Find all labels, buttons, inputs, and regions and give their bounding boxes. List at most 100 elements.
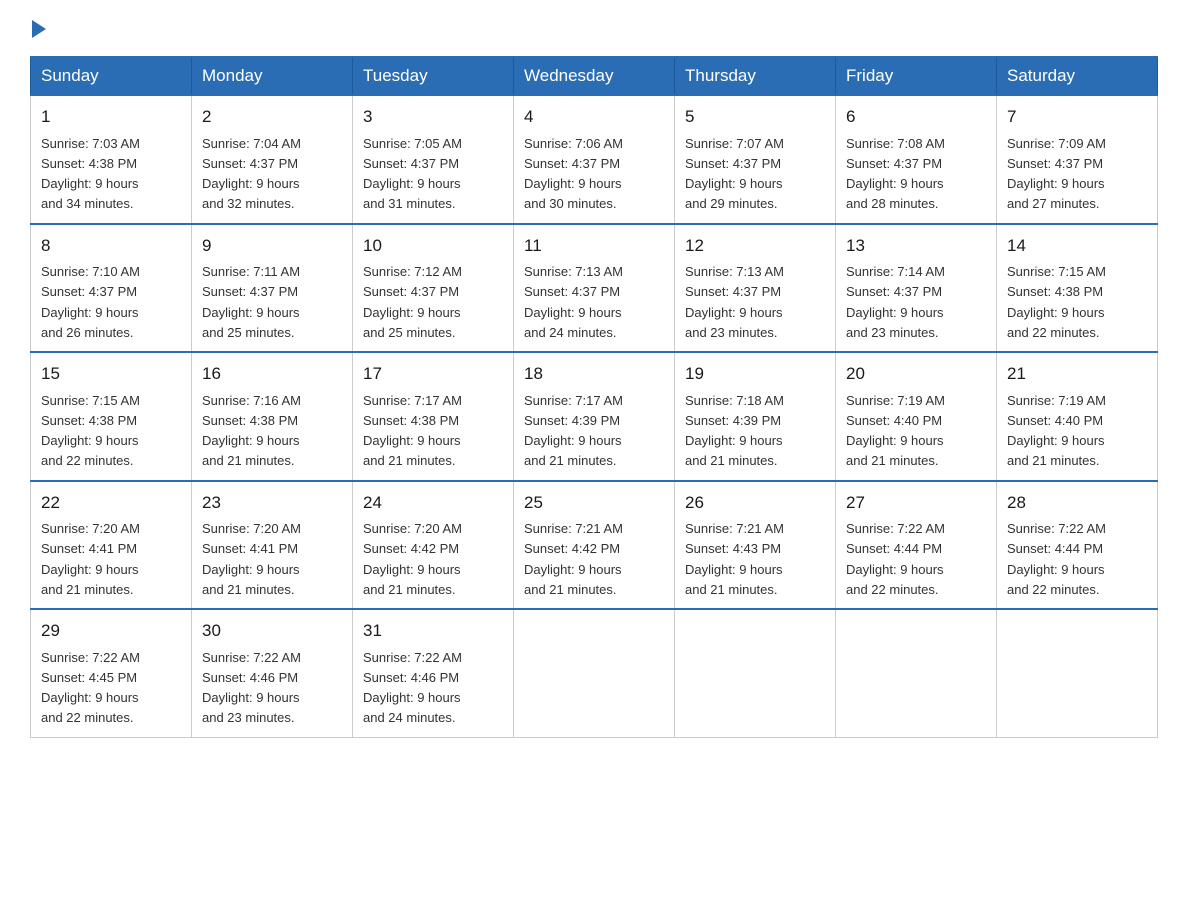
calendar-cell: 30 Sunrise: 7:22 AMSunset: 4:46 PMDayligh… xyxy=(192,609,353,737)
day-number: 4 xyxy=(524,104,664,130)
day-info: Sunrise: 7:21 AMSunset: 4:43 PMDaylight:… xyxy=(685,521,784,597)
calendar-cell: 21 Sunrise: 7:19 AMSunset: 4:40 PMDayligh… xyxy=(997,352,1158,481)
day-info: Sunrise: 7:05 AMSunset: 4:37 PMDaylight:… xyxy=(363,136,462,212)
day-info: Sunrise: 7:17 AMSunset: 4:38 PMDaylight:… xyxy=(363,393,462,469)
day-info: Sunrise: 7:22 AMSunset: 4:46 PMDaylight:… xyxy=(202,650,301,726)
day-info: Sunrise: 7:20 AMSunset: 4:41 PMDaylight:… xyxy=(202,521,301,597)
calendar-cell: 3 Sunrise: 7:05 AMSunset: 4:37 PMDaylight… xyxy=(353,95,514,224)
calendar-cell: 17 Sunrise: 7:17 AMSunset: 4:38 PMDayligh… xyxy=(353,352,514,481)
day-number: 8 xyxy=(41,233,181,259)
day-info: Sunrise: 7:16 AMSunset: 4:38 PMDaylight:… xyxy=(202,393,301,469)
logo xyxy=(30,20,48,38)
calendar-cell: 8 Sunrise: 7:10 AMSunset: 4:37 PMDaylight… xyxy=(31,224,192,353)
calendar-cell: 23 Sunrise: 7:20 AMSunset: 4:41 PMDayligh… xyxy=(192,481,353,610)
weekday-header-friday: Friday xyxy=(836,57,997,95)
day-info: Sunrise: 7:10 AMSunset: 4:37 PMDaylight:… xyxy=(41,264,140,340)
day-info: Sunrise: 7:06 AMSunset: 4:37 PMDaylight:… xyxy=(524,136,623,212)
calendar-cell xyxy=(997,609,1158,737)
logo-arrow-icon xyxy=(32,20,46,38)
calendar-cell: 7 Sunrise: 7:09 AMSunset: 4:37 PMDaylight… xyxy=(997,95,1158,224)
calendar-week-row: 1 Sunrise: 7:03 AMSunset: 4:38 PMDaylight… xyxy=(31,95,1158,224)
weekday-header-tuesday: Tuesday xyxy=(353,57,514,95)
day-number: 3 xyxy=(363,104,503,130)
calendar-cell: 27Sunrise: 7:22 AMSunset: 4:44 PMDayligh… xyxy=(836,481,997,610)
day-number: 10 xyxy=(363,233,503,259)
calendar-week-row: 8 Sunrise: 7:10 AMSunset: 4:37 PMDaylight… xyxy=(31,224,1158,353)
calendar-cell: 6Sunrise: 7:08 AMSunset: 4:37 PMDaylight… xyxy=(836,95,997,224)
day-number: 7 xyxy=(1007,104,1147,130)
day-info: Sunrise: 7:22 AMSunset: 4:46 PMDaylight:… xyxy=(363,650,462,726)
calendar-table: SundayMondayTuesdayWednesdayThursdayFrid… xyxy=(30,56,1158,738)
weekday-header-sunday: Sunday xyxy=(31,57,192,95)
calendar-week-row: 22 Sunrise: 7:20 AMSunset: 4:41 PMDayligh… xyxy=(31,481,1158,610)
calendar-cell: 28Sunrise: 7:22 AMSunset: 4:44 PMDayligh… xyxy=(997,481,1158,610)
day-number: 23 xyxy=(202,490,342,516)
page-header xyxy=(30,20,1158,38)
day-info: Sunrise: 7:20 AMSunset: 4:42 PMDaylight:… xyxy=(363,521,462,597)
day-number: 28 xyxy=(1007,490,1147,516)
calendar-cell: 24 Sunrise: 7:20 AMSunset: 4:42 PMDayligh… xyxy=(353,481,514,610)
calendar-cell xyxy=(514,609,675,737)
calendar-cell: 16 Sunrise: 7:16 AMSunset: 4:38 PMDayligh… xyxy=(192,352,353,481)
day-info: Sunrise: 7:15 AMSunset: 4:38 PMDaylight:… xyxy=(41,393,140,469)
weekday-header-row: SundayMondayTuesdayWednesdayThursdayFrid… xyxy=(31,57,1158,95)
calendar-week-row: 29Sunrise: 7:22 AMSunset: 4:45 PMDayligh… xyxy=(31,609,1158,737)
day-number: 30 xyxy=(202,618,342,644)
calendar-cell: 19Sunrise: 7:18 AMSunset: 4:39 PMDayligh… xyxy=(675,352,836,481)
day-info: Sunrise: 7:04 AMSunset: 4:37 PMDaylight:… xyxy=(202,136,301,212)
calendar-cell: 25 Sunrise: 7:21 AMSunset: 4:42 PMDayligh… xyxy=(514,481,675,610)
day-number: 15 xyxy=(41,361,181,387)
day-number: 1 xyxy=(41,104,181,130)
day-number: 16 xyxy=(202,361,342,387)
day-number: 13 xyxy=(846,233,986,259)
calendar-cell: 9 Sunrise: 7:11 AMSunset: 4:37 PMDaylight… xyxy=(192,224,353,353)
calendar-cell: 13 Sunrise: 7:14 AMSunset: 4:37 PMDayligh… xyxy=(836,224,997,353)
calendar-cell xyxy=(836,609,997,737)
calendar-cell: 31Sunrise: 7:22 AMSunset: 4:46 PMDayligh… xyxy=(353,609,514,737)
day-number: 25 xyxy=(524,490,664,516)
day-number: 9 xyxy=(202,233,342,259)
day-number: 18 xyxy=(524,361,664,387)
calendar-cell: 12Sunrise: 7:13 AMSunset: 4:37 PMDayligh… xyxy=(675,224,836,353)
calendar-cell: 14Sunrise: 7:15 AMSunset: 4:38 PMDayligh… xyxy=(997,224,1158,353)
day-info: Sunrise: 7:13 AMSunset: 4:37 PMDaylight:… xyxy=(524,264,623,340)
day-info: Sunrise: 7:12 AMSunset: 4:37 PMDaylight:… xyxy=(363,264,462,340)
day-info: Sunrise: 7:20 AMSunset: 4:41 PMDaylight:… xyxy=(41,521,140,597)
day-info: Sunrise: 7:03 AMSunset: 4:38 PMDaylight:… xyxy=(41,136,140,212)
calendar-cell xyxy=(675,609,836,737)
day-number: 22 xyxy=(41,490,181,516)
day-info: Sunrise: 7:09 AMSunset: 4:37 PMDaylight:… xyxy=(1007,136,1106,212)
day-info: Sunrise: 7:14 AMSunset: 4:37 PMDaylight:… xyxy=(846,264,945,340)
day-info: Sunrise: 7:13 AMSunset: 4:37 PMDaylight:… xyxy=(685,264,784,340)
calendar-cell: 26Sunrise: 7:21 AMSunset: 4:43 PMDayligh… xyxy=(675,481,836,610)
calendar-week-row: 15 Sunrise: 7:15 AMSunset: 4:38 PMDayligh… xyxy=(31,352,1158,481)
day-info: Sunrise: 7:21 AMSunset: 4:42 PMDaylight:… xyxy=(524,521,623,597)
weekday-header-thursday: Thursday xyxy=(675,57,836,95)
day-number: 17 xyxy=(363,361,503,387)
weekday-header-wednesday: Wednesday xyxy=(514,57,675,95)
weekday-header-saturday: Saturday xyxy=(997,57,1158,95)
calendar-cell: 10 Sunrise: 7:12 AMSunset: 4:37 PMDayligh… xyxy=(353,224,514,353)
calendar-cell: 15 Sunrise: 7:15 AMSunset: 4:38 PMDayligh… xyxy=(31,352,192,481)
day-number: 20 xyxy=(846,361,986,387)
day-info: Sunrise: 7:15 AMSunset: 4:38 PMDaylight:… xyxy=(1007,264,1106,340)
calendar-cell: 4 Sunrise: 7:06 AMSunset: 4:37 PMDaylight… xyxy=(514,95,675,224)
calendar-cell: 29Sunrise: 7:22 AMSunset: 4:45 PMDayligh… xyxy=(31,609,192,737)
calendar-cell: 5Sunrise: 7:07 AMSunset: 4:37 PMDaylight… xyxy=(675,95,836,224)
calendar-cell: 18 Sunrise: 7:17 AMSunset: 4:39 PMDayligh… xyxy=(514,352,675,481)
day-info: Sunrise: 7:19 AMSunset: 4:40 PMDaylight:… xyxy=(846,393,945,469)
day-number: 11 xyxy=(524,233,664,259)
day-number: 19 xyxy=(685,361,825,387)
day-info: Sunrise: 7:11 AMSunset: 4:37 PMDaylight:… xyxy=(202,264,300,340)
day-info: Sunrise: 7:07 AMSunset: 4:37 PMDaylight:… xyxy=(685,136,784,212)
calendar-cell: 20 Sunrise: 7:19 AMSunset: 4:40 PMDayligh… xyxy=(836,352,997,481)
day-info: Sunrise: 7:19 AMSunset: 4:40 PMDaylight:… xyxy=(1007,393,1106,469)
day-number: 29 xyxy=(41,618,181,644)
day-number: 24 xyxy=(363,490,503,516)
day-info: Sunrise: 7:17 AMSunset: 4:39 PMDaylight:… xyxy=(524,393,623,469)
calendar-cell: 22 Sunrise: 7:20 AMSunset: 4:41 PMDayligh… xyxy=(31,481,192,610)
day-info: Sunrise: 7:22 AMSunset: 4:44 PMDaylight:… xyxy=(846,521,945,597)
calendar-cell: 1 Sunrise: 7:03 AMSunset: 4:38 PMDaylight… xyxy=(31,95,192,224)
day-number: 21 xyxy=(1007,361,1147,387)
day-number: 2 xyxy=(202,104,342,130)
